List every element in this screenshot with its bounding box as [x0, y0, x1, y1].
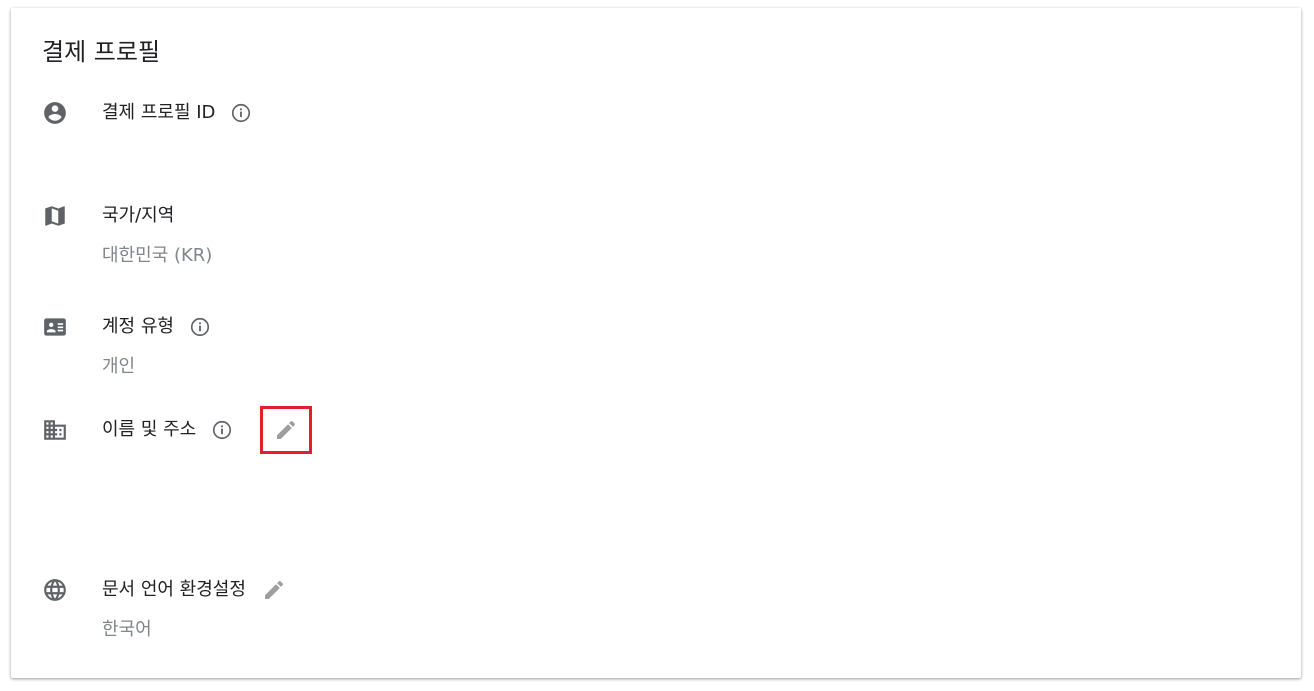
info-icon[interactable] — [229, 101, 253, 125]
section-header: 국가/지역 — [102, 202, 174, 230]
account-type-value: 개인 — [102, 356, 136, 377]
edit-pencil-icon[interactable] — [272, 416, 300, 444]
country-value: 대한민국 (KR) — [102, 245, 213, 266]
globe-icon — [41, 576, 69, 604]
section-header: 결제 프로필 ID — [102, 99, 253, 127]
section-label: 결제 프로필 ID — [102, 102, 216, 123]
section-label: 국가/지역 — [102, 205, 175, 226]
info-icon[interactable] — [210, 418, 234, 442]
document-language-value: 한국어 — [102, 619, 152, 640]
edit-highlight-box — [260, 406, 313, 454]
section-label: 계정 유형 — [102, 316, 174, 337]
section-header: 이름 및 주소 — [102, 406, 313, 454]
map-icon — [41, 202, 69, 230]
card-title: 결제 프로필 — [42, 38, 161, 66]
section-header: 계정 유형 — [102, 313, 212, 341]
section-label: 문서 언어 환경설정 — [102, 579, 246, 600]
info-icon[interactable] — [188, 315, 212, 339]
section-label: 이름 및 주소 — [102, 419, 197, 440]
id-card-icon — [41, 313, 69, 341]
payments-profile-card: 결제 프로필 결제 프로필 ID 국가/지역 대한민국 (KR) 계정 유형 개… — [11, 8, 1301, 678]
account-circle-icon — [41, 99, 69, 127]
business-icon — [41, 416, 69, 444]
edit-pencil-icon[interactable] — [260, 576, 288, 604]
section-header: 문서 언어 환경설정 — [102, 576, 288, 604]
